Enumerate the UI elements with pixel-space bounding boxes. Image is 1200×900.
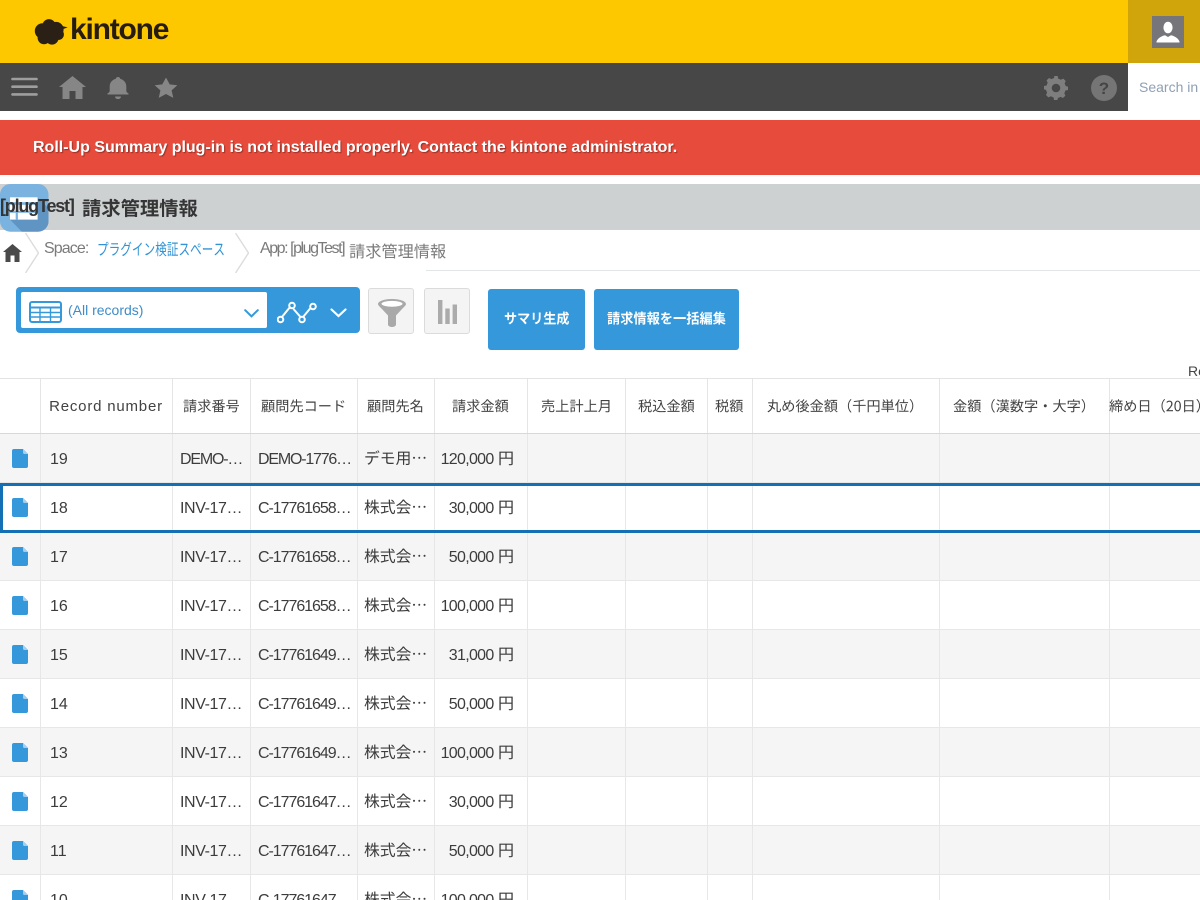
svg-text:?: ? [1099, 79, 1109, 98]
